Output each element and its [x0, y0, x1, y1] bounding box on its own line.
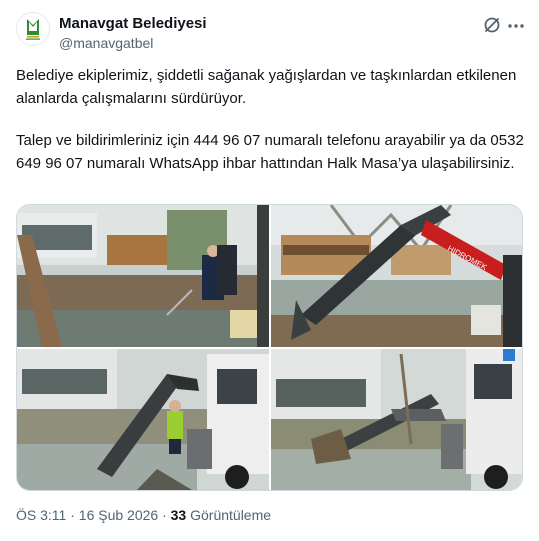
meta-separator: · [70, 507, 75, 523]
tweet-card[interactable]: Manavgat Belediyesi @manavgatbel Belediy… [0, 0, 539, 541]
photo-2[interactable]: HIDROMEK [271, 205, 522, 347]
tweet-date[interactable]: 16 Şub 2026 [79, 507, 158, 523]
photo-1[interactable] [17, 205, 269, 347]
tweet-paragraph-2: Talep ve bildirimleriniz için 444 96 07 … [16, 132, 524, 172]
photo-3[interactable] [17, 349, 269, 490]
tweet-paragraph-1: Belediye ekiplerimiz, şiddetli sağanak y… [16, 67, 517, 107]
avatar[interactable] [16, 12, 50, 46]
photo-4[interactable] [271, 349, 522, 490]
manavgat-logo-icon [26, 19, 40, 40]
meta-separator-2: · [162, 507, 167, 523]
tweet-text: Belediye ekiplerimiz, şiddetli sağanak y… [16, 64, 526, 175]
tweet-time[interactable]: ÖS 3:11 [16, 507, 66, 523]
media-grid: HIDROMEK [16, 204, 523, 491]
views-label: Görüntüleme [190, 507, 272, 523]
account-handle[interactable]: @manavgatbel [59, 35, 153, 51]
account-name[interactable]: Manavgat Belediyesi [59, 15, 207, 32]
tweet-meta: ÖS 3:11 · 16 Şub 2026 · 33 Görüntüleme [16, 507, 271, 523]
views-count: 33 [170, 507, 187, 523]
grok-icon[interactable] [482, 15, 502, 35]
more-icon[interactable] [506, 16, 526, 36]
